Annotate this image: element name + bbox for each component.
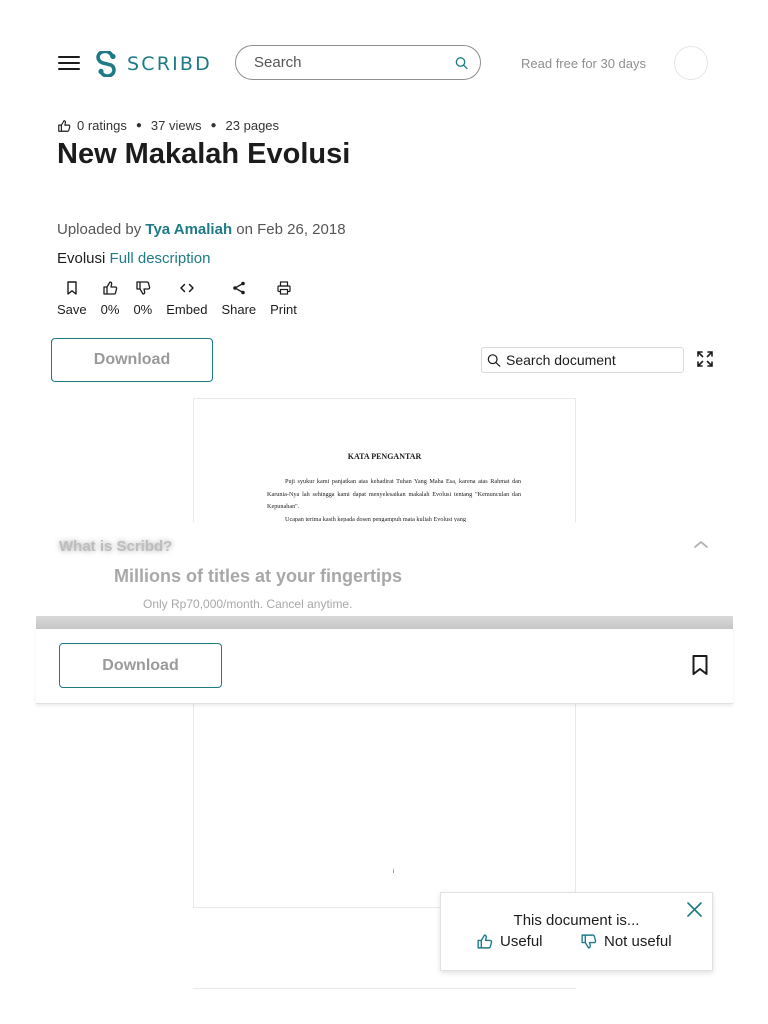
author-link[interactable]: Tya Amaliah [145,221,232,238]
avatar[interactable] [674,46,708,80]
document-stats: 0 ratings ● 37 views ● 23 pages [57,118,279,133]
page-title: New Makalah Evolusi [57,138,351,170]
upvote-percent: 0% [100,302,120,317]
feedback-card: This document is... Useful Not useful [440,892,713,971]
embed-button[interactable]: Embed [166,280,207,317]
promo-label[interactable]: What is Scribd? [59,538,172,555]
next-page-edge [193,988,576,989]
feedback-title: This document is... [513,912,640,929]
menu-icon[interactable] [58,56,80,72]
chevron-up-icon[interactable] [692,538,710,550]
document-actions: Save 0% 0% Embed Share Print [57,280,311,317]
pages-count: 23 pages [225,118,280,133]
promo-subtext: Only Rp70,000/month. Cancel anytime. [143,597,353,611]
search-document[interactable] [481,347,684,373]
share-icon [232,281,245,295]
print-button[interactable]: Print [270,280,297,317]
uploaded-by-label: Uploaded by [57,221,142,238]
downvote-percent: 0% [133,302,153,317]
page-number: i [393,869,395,875]
share-button[interactable]: Share [221,280,256,317]
downvote-button[interactable]: 0% [133,280,152,317]
upload-date: on Feb 26, 2018 [236,221,346,238]
bookmark-icon[interactable] [690,654,710,676]
share-label: Share [221,302,257,317]
useful-label: Useful [500,933,543,950]
thumbs-up-icon [477,934,493,949]
thumbs-up-icon [58,119,71,132]
scribd-logo-icon [96,51,116,77]
category-label: Evolusi [57,250,106,267]
useful-button[interactable]: Useful [476,933,543,950]
upvote-button[interactable]: 0% [100,280,120,317]
save-label: Save [57,302,87,317]
read-free-link[interactable]: Read free for 30 days [521,56,646,71]
scribd-logo[interactable]: SCRIBD [95,50,212,78]
ratings-count: 0 ratings [77,118,127,133]
description-line: Evolusi Full description [57,250,210,267]
views-count: 37 views [150,118,202,133]
download-button[interactable]: Download [51,338,213,382]
embed-label: Embed [166,302,208,317]
page-paragraph: Puji syukur kami panjatkan atas kehadira… [267,478,521,510]
promo-heading: Millions of titles at your fingertips [114,566,403,586]
page-body: Puji syukur kami panjatkan atas kehadira… [267,476,521,526]
sticky-download-button[interactable]: Download [59,643,222,688]
code-icon [180,283,194,293]
logo-text: SCRIBD [127,53,212,75]
thumbs-down-icon [136,281,151,295]
print-label: Print [270,302,297,317]
thumbs-up-icon [103,281,118,295]
search-input[interactable] [252,53,455,72]
thumbs-down-icon [581,934,597,949]
search-icon[interactable] [455,53,468,73]
print-icon [276,281,291,295]
not-useful-button[interactable]: Not useful [580,933,672,950]
fullscreen-icon[interactable] [696,350,714,368]
not-useful-label: Not useful [604,933,672,950]
bookmark-icon [67,281,77,295]
upload-info: Uploaded by Tya Amaliah on Feb 26, 2018 [57,221,346,238]
page-heading: KATA PENGANTAR [347,452,422,461]
separator-dot: ● [135,120,142,131]
site-search[interactable] [235,45,481,80]
search-icon [487,353,501,367]
separator-dot: ● [210,120,217,131]
search-document-input[interactable] [504,351,678,369]
save-button[interactable]: Save [57,280,87,317]
full-description-link[interactable]: Full description [110,250,211,267]
divider-shadow [36,616,733,629]
